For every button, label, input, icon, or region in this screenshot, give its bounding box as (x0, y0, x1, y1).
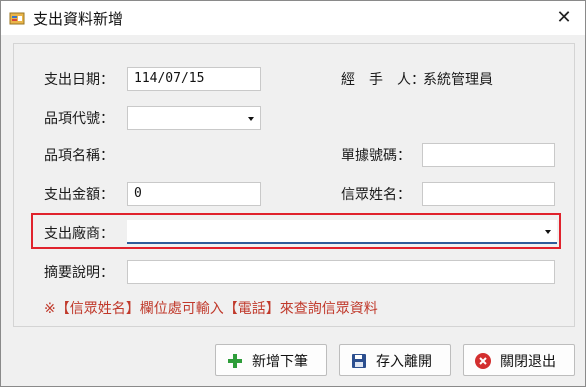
close-exit-label: 關閉退出 (500, 354, 556, 370)
receipt-label: 單據號碼： (341, 148, 411, 164)
floppy-icon (352, 354, 366, 368)
donor-field[interactable] (422, 182, 555, 206)
summary-field[interactable] (127, 260, 555, 284)
x-circle-icon (475, 353, 491, 369)
vendor-select[interactable] (127, 220, 557, 244)
date-label: 支出日期： (44, 72, 114, 88)
item-name-label: 品項名稱： (44, 148, 114, 164)
item-code-select[interactable] (127, 106, 261, 130)
plus-icon (228, 354, 242, 368)
item-code-label: 品項代號： (44, 111, 114, 127)
donor-label: 信眾姓名： (341, 187, 411, 203)
vendor-label: 支出廠商： (44, 226, 114, 242)
title-bar[interactable]: 支出資料新增 ✕ (1, 1, 585, 35)
handler-label: 經 手 人： (341, 72, 425, 88)
hint-note: ※【信眾姓名】欄位處可輸入【電話】來查詢信眾資料 (44, 301, 378, 317)
summary-label: 摘要說明： (44, 265, 114, 281)
chevron-down-icon (545, 230, 551, 234)
close-exit-button[interactable]: 關閉退出 (463, 344, 575, 376)
add-next-label: 新增下筆 (252, 354, 308, 370)
amount-field[interactable]: 0 (127, 182, 261, 206)
receipt-field[interactable] (422, 143, 555, 167)
window-title: 支出資料新增 (33, 10, 124, 28)
date-field[interactable]: 114/07/15 (127, 67, 261, 91)
handler-value: 系統管理員 (423, 72, 493, 88)
dialog-window: 支出資料新增 ✕ 支出日期： 114/07/15 經 手 人： 系統管理員 品項… (0, 0, 586, 387)
save-leave-label: 存入離開 (376, 354, 432, 370)
form-icon (9, 12, 25, 25)
amount-label: 支出金額： (44, 187, 114, 203)
save-leave-button[interactable]: 存入離開 (339, 344, 451, 376)
chevron-down-icon (248, 117, 254, 121)
window-close-button[interactable]: ✕ (549, 4, 579, 32)
add-next-button[interactable]: 新增下筆 (215, 344, 327, 376)
